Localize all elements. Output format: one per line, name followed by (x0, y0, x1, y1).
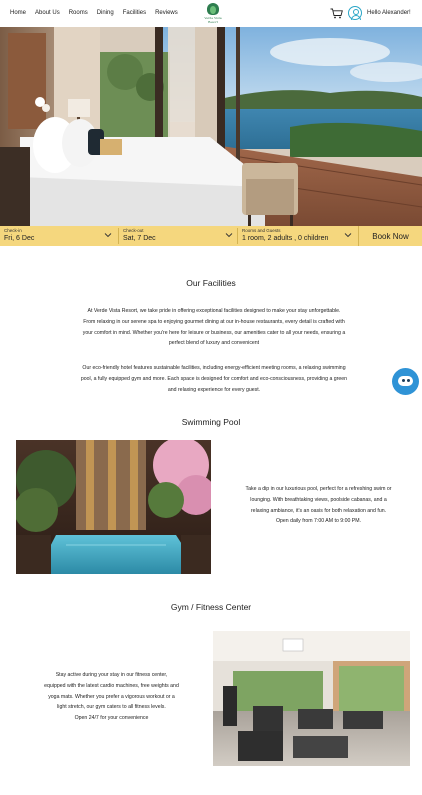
pool-photo (16, 440, 211, 574)
chevron-down-icon (225, 233, 233, 238)
facilities-eco-line: pool, a fully equipped gym and more. Eac… (80, 375, 348, 382)
checkin-label: Check-in (4, 228, 22, 233)
facilities-intro-line: At Verde Vista Resort, we take pride in … (87, 308, 341, 314)
checkout-value: Sat, 7 Dec (123, 235, 156, 242)
gym-description: Stay active during your stay in our fitn… (14, 670, 209, 724)
nav-facilities[interactable]: Facilities (123, 10, 146, 16)
checkin-field[interactable]: Check-in Fri, 6 Dec (0, 226, 118, 246)
facilities-intro-line: From relaxing in our serene spa to enjoy… (83, 318, 345, 325)
pool-image (16, 440, 211, 574)
pool-line: lounging. With breathtaking views, pools… (250, 496, 387, 503)
book-now-button[interactable]: Book Now (358, 226, 422, 246)
hero-room-ocean-view (0, 27, 422, 226)
gym-line: yoga mats. Whether you prefer a vigorous… (48, 693, 175, 700)
nav-home[interactable]: Home (10, 10, 26, 16)
gym-image (213, 631, 410, 766)
gym-line: light stretch, our gym caters to all fit… (57, 704, 166, 711)
facilities-title: Our Facilities (186, 278, 236, 288)
nav-dining[interactable]: Dining (97, 10, 114, 16)
cart-icon[interactable] (330, 8, 343, 19)
gym-line: Stay active during your stay in our fitn… (55, 672, 168, 678)
chat-bot-eye (407, 379, 410, 382)
nav-reviews[interactable]: Reviews (155, 10, 178, 16)
facilities-eco-line: and relaxing experience for every guest. (167, 386, 261, 393)
booking-bar: Check-in Fri, 6 Dec Check-out Sat, 7 Dec… (0, 226, 422, 246)
logo-text: Verde Vista Resort (204, 16, 222, 24)
facilities-eco-line: Our eco-friendly hotel features sustaina… (82, 365, 346, 371)
pool-line: Open daily from 7:00 AM to 9:00 PM. (275, 518, 362, 525)
pool-line: Take a dip in our luxurious pool, perfec… (245, 486, 392, 492)
gym-photo (213, 631, 410, 766)
checkin-value: Fri, 6 Dec (4, 235, 35, 242)
hero-image (0, 27, 422, 226)
user-icon[interactable] (348, 6, 362, 20)
rooms-guests-label: Rooms and Guests (242, 228, 281, 233)
pool-line: relaxing ambiance, it's an oasis for bot… (250, 507, 387, 514)
chevron-down-icon (344, 233, 352, 238)
pool-title: Swimming Pool (181, 417, 241, 427)
gym-line: Open 24/7 for your convenience (74, 715, 149, 722)
logo-leaf-inner (210, 6, 216, 14)
chat-bot-eye (402, 379, 405, 382)
facilities-intro-line: perfect blend of luxury and convenicent (168, 340, 260, 347)
top-nav: Home About Us Rooms Dining Facilities Re… (0, 0, 422, 27)
facilities-intro-line: your comfort in mind. Whether you're her… (82, 329, 346, 336)
facilities-eco: Our eco-friendly hotel features sustaina… (46, 363, 382, 395)
chevron-down-icon (104, 233, 112, 238)
checkout-field[interactable]: Check-out Sat, 7 Dec (119, 226, 237, 246)
chat-bot-face (398, 376, 413, 386)
gym-title: Gym / Fitness Center (170, 602, 252, 612)
logo[interactable]: Verde Vista Resort (200, 2, 226, 26)
checkout-label: Check-out (123, 228, 144, 233)
rooms-guests-value: 1 room, 2 adults , 0 children (242, 235, 329, 242)
gym-line: equipped with the latest cardio machines… (44, 682, 179, 689)
user-greeting[interactable]: Hello Alexander! (367, 10, 411, 16)
chat-bot-icon[interactable] (392, 368, 419, 395)
nav-rooms[interactable]: Rooms (69, 10, 88, 16)
nav-links: Home About Us Rooms Dining Facilities Re… (10, 10, 178, 16)
facilities-intro: At Verde Vista Resort, we take pride in … (46, 306, 382, 349)
rooms-guests-field[interactable]: Rooms and Guests 1 room, 2 adults , 0 ch… (238, 226, 358, 246)
nav-about-us[interactable]: About Us (35, 10, 60, 16)
pool-description: Take a dip in our luxurious pool, perfec… (215, 484, 422, 527)
